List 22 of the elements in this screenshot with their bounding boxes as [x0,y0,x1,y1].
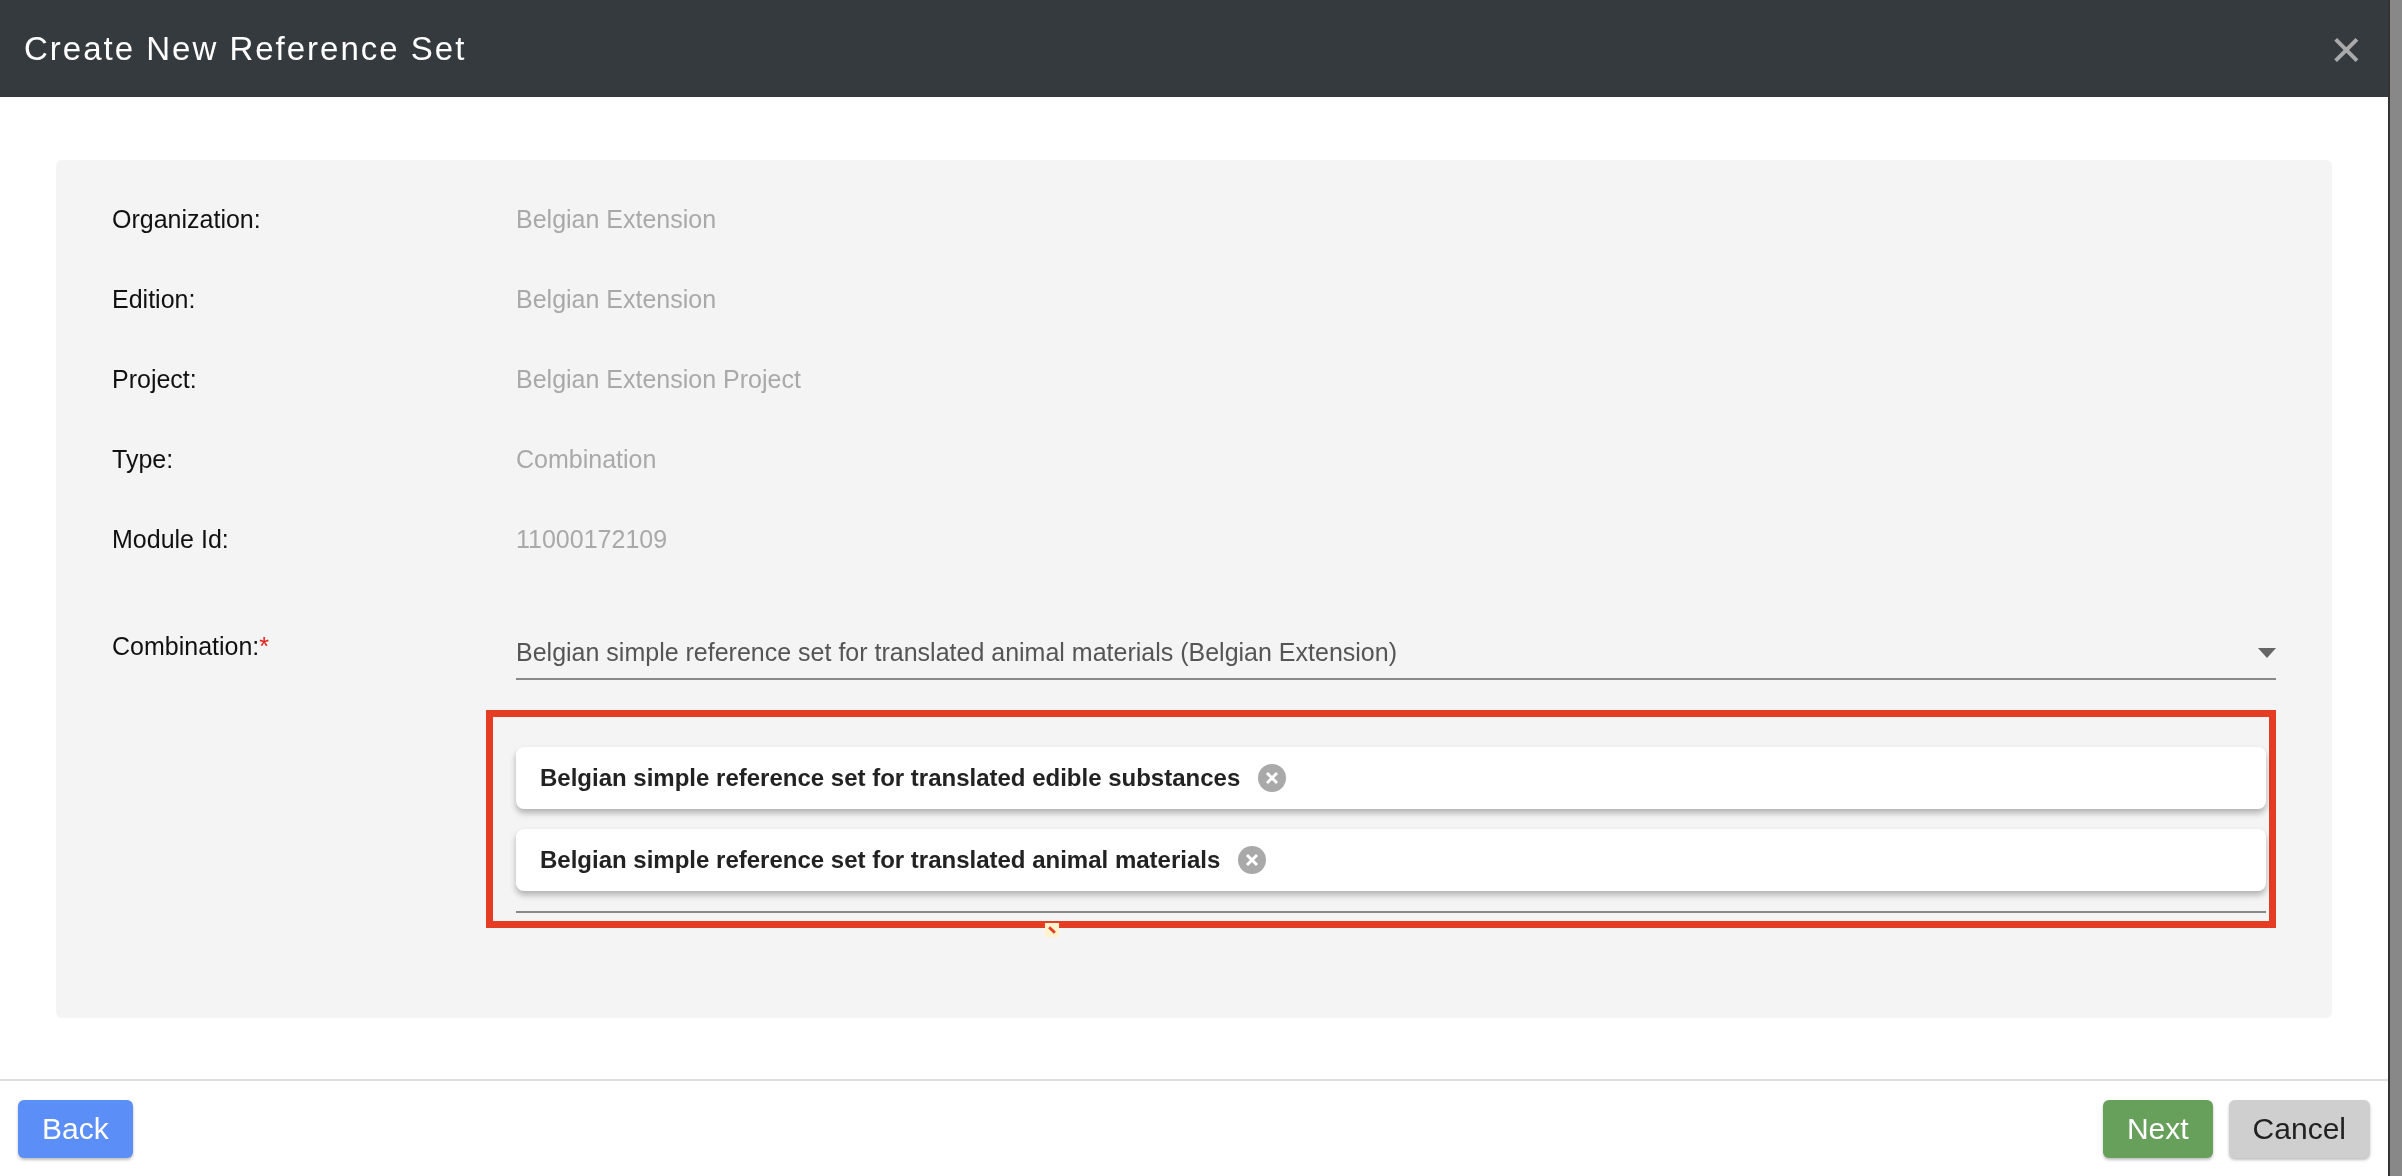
field-value: 11000172109 [516,524,668,556]
next-button[interactable]: Next [2102,1099,2213,1158]
close-button[interactable]: × [2324,21,2368,76]
field-label: Edition: [112,284,197,316]
field-label: Project: [112,364,198,396]
field-value: Combination [516,444,657,476]
chip-label: Belgian simple reference set for translated animal materials [540,845,1221,875]
dialog-title: Create New Reference Set [24,28,467,69]
field-label: Organization: [112,204,262,236]
field-value: Belgian Extension Project [516,364,801,396]
cancel-button[interactable]: Cancel [2228,1099,2370,1158]
combination-dropdown[interactable]: Belgian simple reference set for translated animal materials (Belgian Extension) [516,628,2276,680]
field-label: Module Id: [112,524,230,556]
field-label: Type: [112,444,175,476]
field-label: Combination:* [112,631,271,662]
chip-label: Belgian simple reference set for translated edible substances [540,763,1241,793]
remove-icon[interactable] [1258,764,1287,792]
field-value: Belgian Extension [516,204,717,236]
caret-icon [2258,648,2276,658]
field-value: Belgian Extension [516,284,717,316]
remove-icon[interactable] [1238,846,1267,874]
back-button[interactable]: Back [18,1099,133,1158]
